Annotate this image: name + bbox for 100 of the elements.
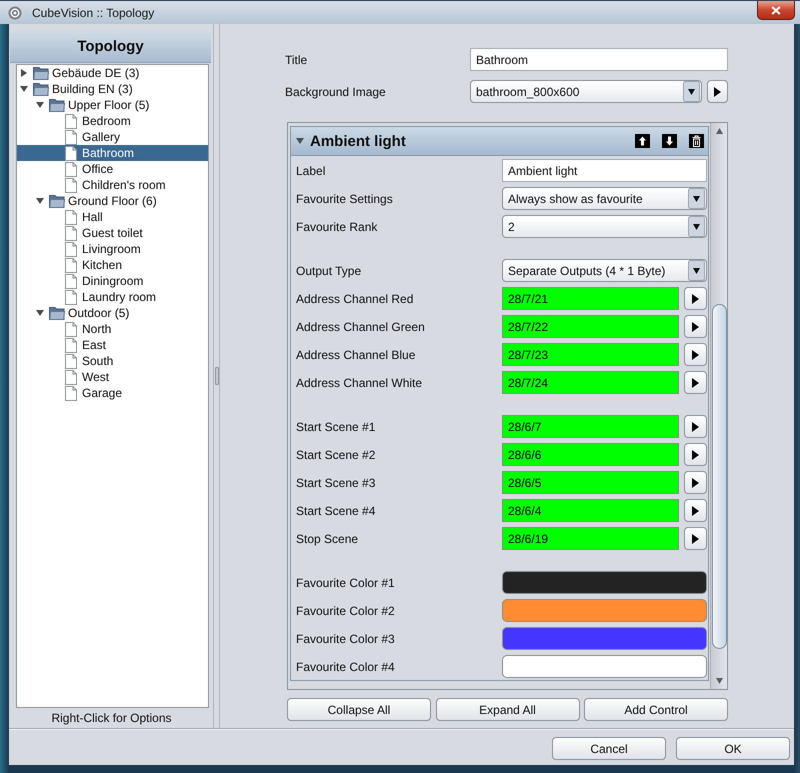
page-icon	[65, 226, 77, 240]
field-label: Start Scene #1	[296, 420, 376, 434]
field-label: Background Image	[285, 84, 386, 98]
arrow-button[interactable]	[707, 80, 728, 103]
arrow-button[interactable]	[684, 499, 707, 522]
caret-right-icon	[692, 450, 699, 460]
arrow-button[interactable]	[684, 343, 707, 366]
tree-item[interactable]: West	[65, 369, 110, 385]
address-field[interactable]: 28/7/21	[502, 287, 679, 310]
dialog-button[interactable]: Cancel	[552, 737, 666, 760]
tree-item[interactable]: Outdoor (5)	[36, 305, 130, 321]
tree-item[interactable]: Gallery	[65, 129, 120, 145]
caret-icon[interactable]	[296, 137, 304, 145]
field-label: Favourite Color #3	[296, 632, 395, 646]
address-field[interactable]: 28/6/5	[502, 471, 679, 494]
page-icon	[65, 338, 77, 352]
caret-icon[interactable]	[36, 197, 44, 205]
tree-item[interactable]: North	[65, 321, 112, 337]
caret-icon[interactable]	[20, 69, 28, 77]
dropdown[interactable]: Separate Outputs (4 * 1 Byte)	[502, 259, 707, 282]
scroll-thumb[interactable]	[712, 304, 726, 649]
field-label: Favourite Color #4	[296, 660, 395, 674]
field-label: Output Type	[296, 264, 362, 278]
caret-down-icon	[683, 81, 700, 102]
folder-icon	[33, 82, 49, 96]
tree-item[interactable]: Livingroom	[65, 241, 141, 257]
tree-item[interactable]: Garage	[65, 385, 122, 401]
tree-item[interactable]: Bedroom	[65, 113, 131, 129]
arrow-button[interactable]	[684, 443, 707, 466]
tree-item[interactable]: Guest toilet	[65, 225, 143, 241]
tree-item[interactable]: Children's room	[65, 177, 166, 193]
field-label: Favourite Color #2	[296, 604, 395, 618]
color-swatch[interactable]	[502, 571, 707, 594]
dialog-button[interactable]: OK	[676, 737, 790, 760]
arrow-button[interactable]	[684, 471, 707, 494]
address-field[interactable]: 28/7/23	[502, 343, 679, 366]
panel-button[interactable]: Expand All	[436, 698, 580, 721]
arrow-button[interactable]	[684, 287, 707, 310]
color-swatch[interactable]	[502, 627, 707, 650]
window-title: CubeVision :: Topology	[32, 6, 154, 20]
address-field[interactable]: 28/7/24	[502, 371, 679, 394]
color-swatch[interactable]	[502, 655, 707, 678]
field-label: Stop Scene	[296, 532, 358, 546]
field-label: Start Scene #4	[296, 504, 376, 518]
panel-button[interactable]: Collapse All	[287, 698, 431, 721]
panel-header: Topology	[10, 30, 211, 63]
scrollbar[interactable]	[710, 123, 727, 689]
caret-icon[interactable]	[20, 85, 28, 93]
tree-item[interactable]: Kitchen	[65, 257, 122, 273]
scroll-up-icon[interactable]	[716, 128, 722, 134]
page-icon	[65, 258, 77, 272]
color-swatch[interactable]	[502, 599, 707, 622]
arrow-button[interactable]	[684, 315, 707, 338]
address-field[interactable]: 28/6/19	[502, 527, 679, 550]
tree-item[interactable]: Building EN (3)	[20, 81, 133, 97]
caret-icon[interactable]	[36, 101, 44, 109]
address-field[interactable]: 28/6/7	[502, 415, 679, 438]
caret-right-icon	[714, 86, 721, 96]
tree-item[interactable]: South	[65, 353, 114, 369]
panel-button[interactable]: Add Control	[584, 698, 728, 721]
caret-down-icon	[688, 216, 705, 237]
address-field[interactable]: 28/6/6	[502, 443, 679, 466]
address-field[interactable]: 28/7/22	[502, 315, 679, 338]
tree-item[interactable]: Upper Floor (5)	[36, 97, 150, 113]
dropdown[interactable]: bathroom_800x600	[470, 80, 702, 103]
grip-icon[interactable]	[214, 367, 218, 385]
close-button[interactable]	[757, 1, 795, 20]
page-icon	[65, 210, 77, 224]
tree-item[interactable]: East	[65, 337, 106, 353]
arrow-button[interactable]	[684, 371, 707, 394]
caret-right-icon	[692, 422, 699, 432]
tree-item[interactable]: Office	[65, 161, 114, 177]
field-label: Address Channel Green	[296, 320, 425, 334]
trash-icon[interactable]	[689, 134, 704, 148]
arrow-button[interactable]	[684, 527, 707, 550]
page-icon	[65, 386, 77, 400]
page-icon	[65, 322, 77, 336]
page-icon	[65, 290, 77, 304]
text-field[interactable]: Ambient light	[502, 159, 707, 182]
field-label: Label	[296, 164, 326, 178]
scroll-down-icon[interactable]	[716, 678, 722, 684]
tree-item[interactable]: Bathroom	[17, 145, 208, 161]
tree-item[interactable]: Hall	[65, 209, 103, 225]
dropdown[interactable]: 2	[502, 215, 707, 238]
arrow-down-icon[interactable]	[662, 134, 677, 148]
field-label: Title	[285, 52, 308, 66]
page-icon	[65, 242, 77, 256]
caret-icon[interactable]	[36, 309, 44, 317]
text-field[interactable]: Bathroom	[470, 48, 728, 71]
page-icon	[65, 370, 77, 384]
address-field[interactable]: 28/6/4	[502, 499, 679, 522]
tree-item[interactable]: Diningroom	[65, 273, 144, 289]
arrow-up-icon[interactable]	[635, 134, 650, 148]
dropdown[interactable]: Always show as favourite	[502, 187, 707, 210]
folder-icon	[49, 306, 65, 320]
tree-item[interactable]: Gebäude DE (3)	[20, 65, 140, 81]
tree-item[interactable]: Laundry room	[65, 289, 156, 305]
arrow-button[interactable]	[684, 415, 707, 438]
page-icon	[65, 162, 77, 176]
tree-item[interactable]: Ground Floor (6)	[36, 193, 157, 209]
